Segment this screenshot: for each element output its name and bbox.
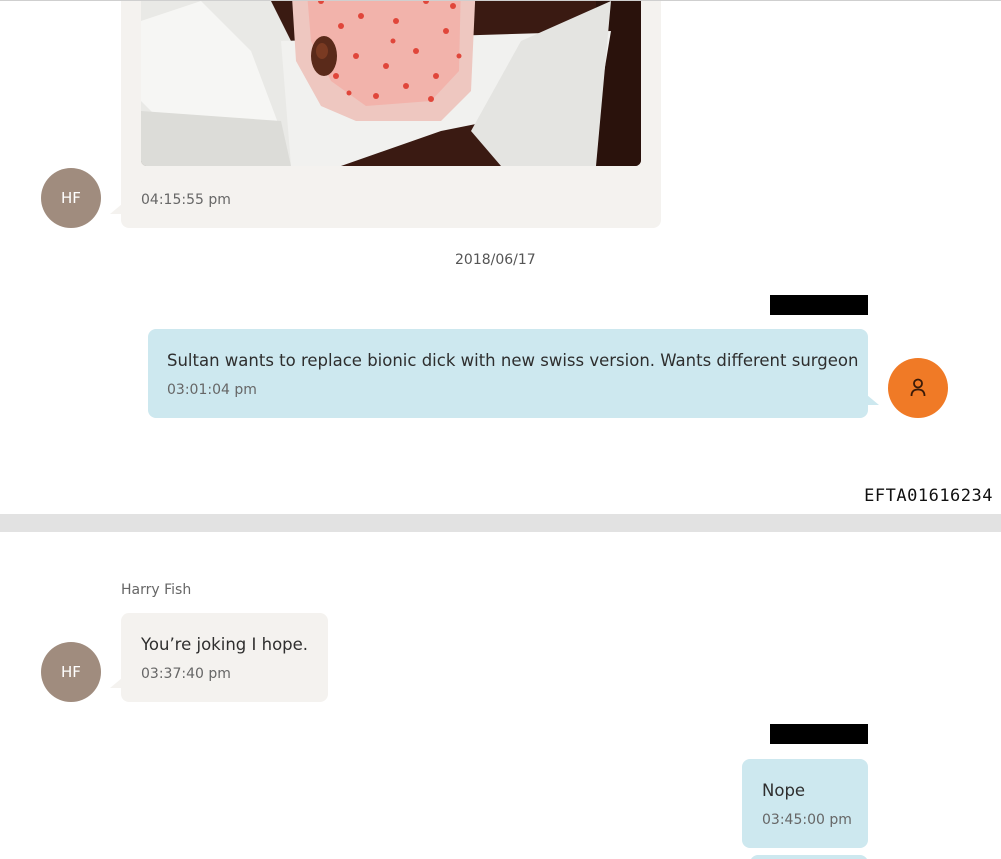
- redaction-bar: [770, 724, 868, 744]
- redaction-bar: [770, 295, 868, 315]
- outgoing-message-bubble: Nope 03:45:00 pm: [742, 759, 868, 848]
- pastry-photo-image: [141, 1, 641, 166]
- avatar-initials: HF: [61, 663, 81, 681]
- outgoing-message-bubble: Sultan wants to replace bionic dick with…: [148, 329, 868, 418]
- person-icon: [910, 378, 926, 397]
- message-timestamp: 03:45:00 pm: [762, 812, 852, 828]
- message-text: Sultan wants to replace bionic dick with…: [167, 351, 859, 370]
- chat-page-bottom: Harry Fish You’re joking I hope. 03:37:4…: [0, 532, 1001, 859]
- message-timestamp: 03:01:04 pm: [167, 382, 257, 398]
- sender-name: Harry Fish: [121, 582, 192, 598]
- next-message-bubble-edge: [750, 855, 868, 859]
- photo-message-bubble: 04:15:55 pm: [121, 1, 661, 228]
- user-avatar[interactable]: [888, 358, 948, 418]
- avatar-hf[interactable]: HF: [41, 642, 101, 702]
- chat-page-top: 04:15:55 pm HF 2018/06/17 Sultan wants t…: [0, 0, 1001, 514]
- avatar-hf[interactable]: HF: [41, 168, 101, 228]
- message-photo[interactable]: [141, 1, 641, 166]
- message-text: Nope: [762, 781, 806, 800]
- message-timestamp: 03:37:40 pm: [141, 666, 231, 682]
- bubble-tail: [867, 395, 879, 405]
- page-separator: [0, 514, 1001, 532]
- message-timestamp: 04:15:55 pm: [141, 192, 231, 208]
- avatar-initials: HF: [61, 189, 81, 207]
- bubble-tail: [110, 204, 122, 214]
- bates-number: EFTA01616234: [864, 486, 993, 506]
- date-separator: 2018/06/17: [455, 252, 536, 268]
- bubble-tail: [110, 678, 122, 688]
- message-text: You’re joking I hope.: [141, 635, 309, 654]
- incoming-message-bubble: You’re joking I hope. 03:37:40 pm: [121, 613, 328, 702]
